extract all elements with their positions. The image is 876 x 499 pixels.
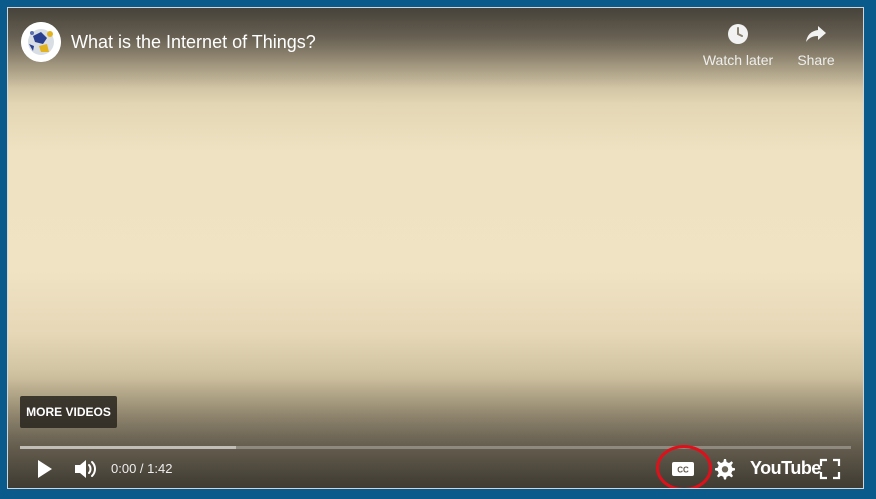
time-display: 0:00 / 1:42 [111,461,173,476]
annotation-circle [656,445,712,488]
share-button[interactable]: Share [786,22,846,68]
gear-icon [715,459,735,480]
globe-icon [21,22,61,62]
play-button[interactable] [32,457,56,481]
fullscreen-button[interactable] [819,457,841,481]
progress-bar[interactable] [20,446,851,449]
volume-button[interactable] [73,457,99,481]
video-player[interactable]: What is the Internet of Things? Watch la… [7,7,864,489]
play-icon [38,460,52,478]
watch-later-button[interactable]: Watch later [698,22,778,68]
youtube-logo[interactable]: YouTube [750,458,821,479]
settings-button[interactable] [712,457,736,481]
share-arrow-icon [804,22,828,46]
volume-icon [75,460,96,478]
progress-loaded [20,446,237,449]
share-label: Share [797,52,835,68]
page-frame: What is the Internet of Things? Watch la… [0,0,876,499]
watch-later-label: Watch later [702,52,774,68]
more-videos-button[interactable]: MORE VIDEOS [20,396,117,428]
video-title[interactable]: What is the Internet of Things? [71,32,316,53]
clock-icon [726,22,750,46]
fullscreen-icon [819,458,841,480]
channel-avatar[interactable] [21,22,61,62]
